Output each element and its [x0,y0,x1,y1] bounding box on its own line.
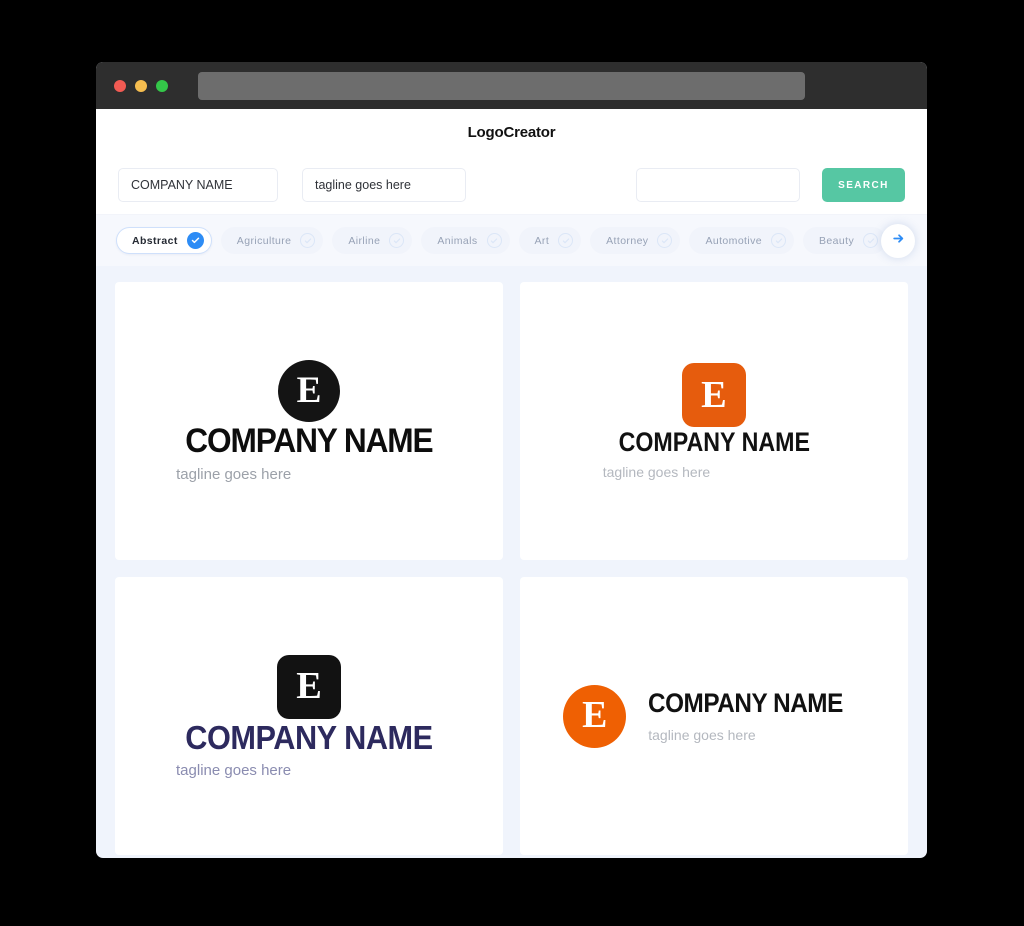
check-circle-filled-icon[interactable] [186,232,204,249]
url-bar[interactable] [198,71,805,100]
check-circle-outline-icon[interactable] [486,233,502,248]
check-circle-outline-icon[interactable] [863,233,879,248]
category-chip-list: Abstract Agriculture Airline Animals Art Atto… [116,227,887,254]
logo-mark-square: E [681,363,746,427]
logo-mark-circle: E [563,684,627,748]
check-circle-outline-icon[interactable] [300,233,316,248]
close-window-icon[interactable] [114,79,126,92]
browser-window: LogoCreator SEARCH Abstract Agriculture Ai… [96,62,927,858]
tagline-input[interactable] [302,168,466,202]
logo-card[interactable]: E COMPANY NAME tagline goes here [115,282,503,560]
app-header: LogoCreator [96,109,927,156]
check-circle-outline-icon[interactable] [657,233,673,248]
category-chip-attorney[interactable]: Attorney [590,227,681,254]
category-chip-label: Art [534,234,550,247]
logo-preview: E COMPANY NAME tagline goes here [176,360,442,482]
logo-tagline: tagline goes here [176,761,292,779]
search-button[interactable]: SEARCH [822,168,905,202]
logo-company-name: COMPANY NAME [185,422,433,460]
category-chip-animals[interactable]: Animals [421,227,510,254]
logo-mark-letter: E [296,370,322,412]
minimize-window-icon[interactable] [135,79,147,92]
logo-card[interactable]: E COMPANY NAME tagline goes here [520,577,908,855]
categories-next-button[interactable] [881,223,915,258]
logo-text-block: COMPANY NAME tagline goes here [176,721,442,778]
logo-company-name: COMPANY NAME [648,688,844,718]
category-chip-beauty[interactable]: Beauty [803,227,887,254]
logo-card[interactable]: E COMPANY NAME tagline goes here [115,577,503,855]
category-chip-label: Abstract [132,234,178,247]
category-chip-art[interactable]: Art [518,227,582,254]
company-name-input[interactable] [118,168,278,202]
category-chip-agriculture[interactable]: Agriculture [220,227,324,254]
logo-company-name: COMPANY NAME [185,718,433,756]
category-chip-label: Automotive [705,234,762,247]
category-chip-automotive[interactable]: Automotive [689,227,794,254]
search-toolbar: SEARCH [96,156,927,215]
category-chip-label: Beauty [819,234,855,247]
logo-mark-letter: E [582,694,608,737]
logo-text-block: COMPANY NAME tagline goes here [602,427,826,480]
traffic-lights [114,79,168,92]
category-chip-label: Animals [437,234,478,247]
logo-results-grid: E COMPANY NAME tagline goes here E COMPANY N… [96,266,927,858]
category-chip-airline[interactable]: Airline [332,227,413,254]
logo-text-block: COMPANY NAME tagline goes here [648,688,865,743]
page-title: LogoCreator [467,124,556,141]
logo-company-name: COMPANY NAME [618,427,810,457]
check-circle-outline-icon[interactable] [389,233,405,248]
keyword-input[interactable] [636,168,800,202]
logo-text-block: COMPANY NAME tagline goes here [176,424,442,482]
check-circle-outline-icon[interactable] [558,233,574,248]
logo-mark-circle: E [278,360,340,422]
category-chip-label: Attorney [606,234,649,247]
category-chip-label: Agriculture [236,234,292,247]
logo-preview: E COMPANY NAME tagline goes here [603,363,826,479]
category-chip-label: Airline [348,234,381,247]
logo-mark-letter: E [296,665,322,708]
arrow-right-icon [892,232,905,250]
check-circle-outline-icon[interactable] [771,233,786,248]
logo-mark-square: E [277,654,341,719]
logo-preview: E COMPANY NAME tagline goes here [176,654,442,778]
category-filter-bar: Abstract Agriculture Airline Animals Art Atto… [96,215,927,266]
browser-titlebar [96,62,927,109]
logo-tagline: tagline goes here [176,466,292,483]
logo-mark-letter: E [701,373,727,416]
logo-tagline: tagline goes here [648,727,756,743]
logo-preview: E COMPANY NAME tagline goes here [563,684,865,748]
maximize-window-icon[interactable] [156,79,168,92]
logo-card[interactable]: E COMPANY NAME tagline goes here [520,282,908,560]
logo-tagline: tagline goes here [602,464,711,480]
category-chip-abstract[interactable]: Abstract [116,227,212,254]
